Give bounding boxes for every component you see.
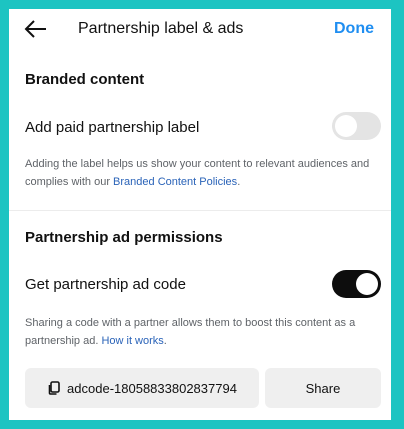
- toggle-knob: [356, 273, 378, 295]
- arrow-left-icon: [24, 20, 46, 38]
- copy-icon: [48, 381, 60, 395]
- ad-code-help-body: Sharing a code with a partner allows the…: [25, 317, 356, 347]
- ad-code-toggle[interactable]: [332, 270, 381, 298]
- ad-code-help-text: Sharing a code with a partner allows the…: [25, 314, 375, 350]
- ad-code-value: adcode-18058833802837794: [67, 380, 237, 396]
- done-button[interactable]: Done: [334, 20, 374, 38]
- branded-help-text: Adding the label helps us show your cont…: [25, 155, 375, 191]
- branded-help-suffix: .: [237, 176, 241, 188]
- back-button[interactable]: [23, 18, 49, 40]
- settings-panel: Partnership label & ads Done Branded con…: [9, 9, 391, 420]
- toggle-knob: [335, 115, 357, 137]
- section-divider: [9, 210, 391, 211]
- copy-ad-code-button[interactable]: adcode-18058833802837794: [25, 368, 259, 408]
- ad-code-help-suffix: .: [163, 335, 167, 347]
- share-label: Share: [305, 380, 341, 396]
- paid-partnership-toggle[interactable]: [332, 112, 381, 140]
- how-it-works-link[interactable]: How it works: [101, 335, 163, 347]
- ad-permissions-heading: Partnership ad permissions: [25, 229, 223, 246]
- paid-partnership-label: Add paid partnership label: [25, 119, 200, 136]
- branded-content-heading: Branded content: [25, 71, 145, 88]
- branded-content-policies-link[interactable]: Branded Content Policies: [113, 176, 237, 188]
- header: Partnership label & ads Done: [9, 9, 391, 49]
- share-button[interactable]: Share: [265, 368, 381, 408]
- page-title: Partnership label & ads: [78, 20, 244, 37]
- ad-code-label: Get partnership ad code: [25, 276, 186, 293]
